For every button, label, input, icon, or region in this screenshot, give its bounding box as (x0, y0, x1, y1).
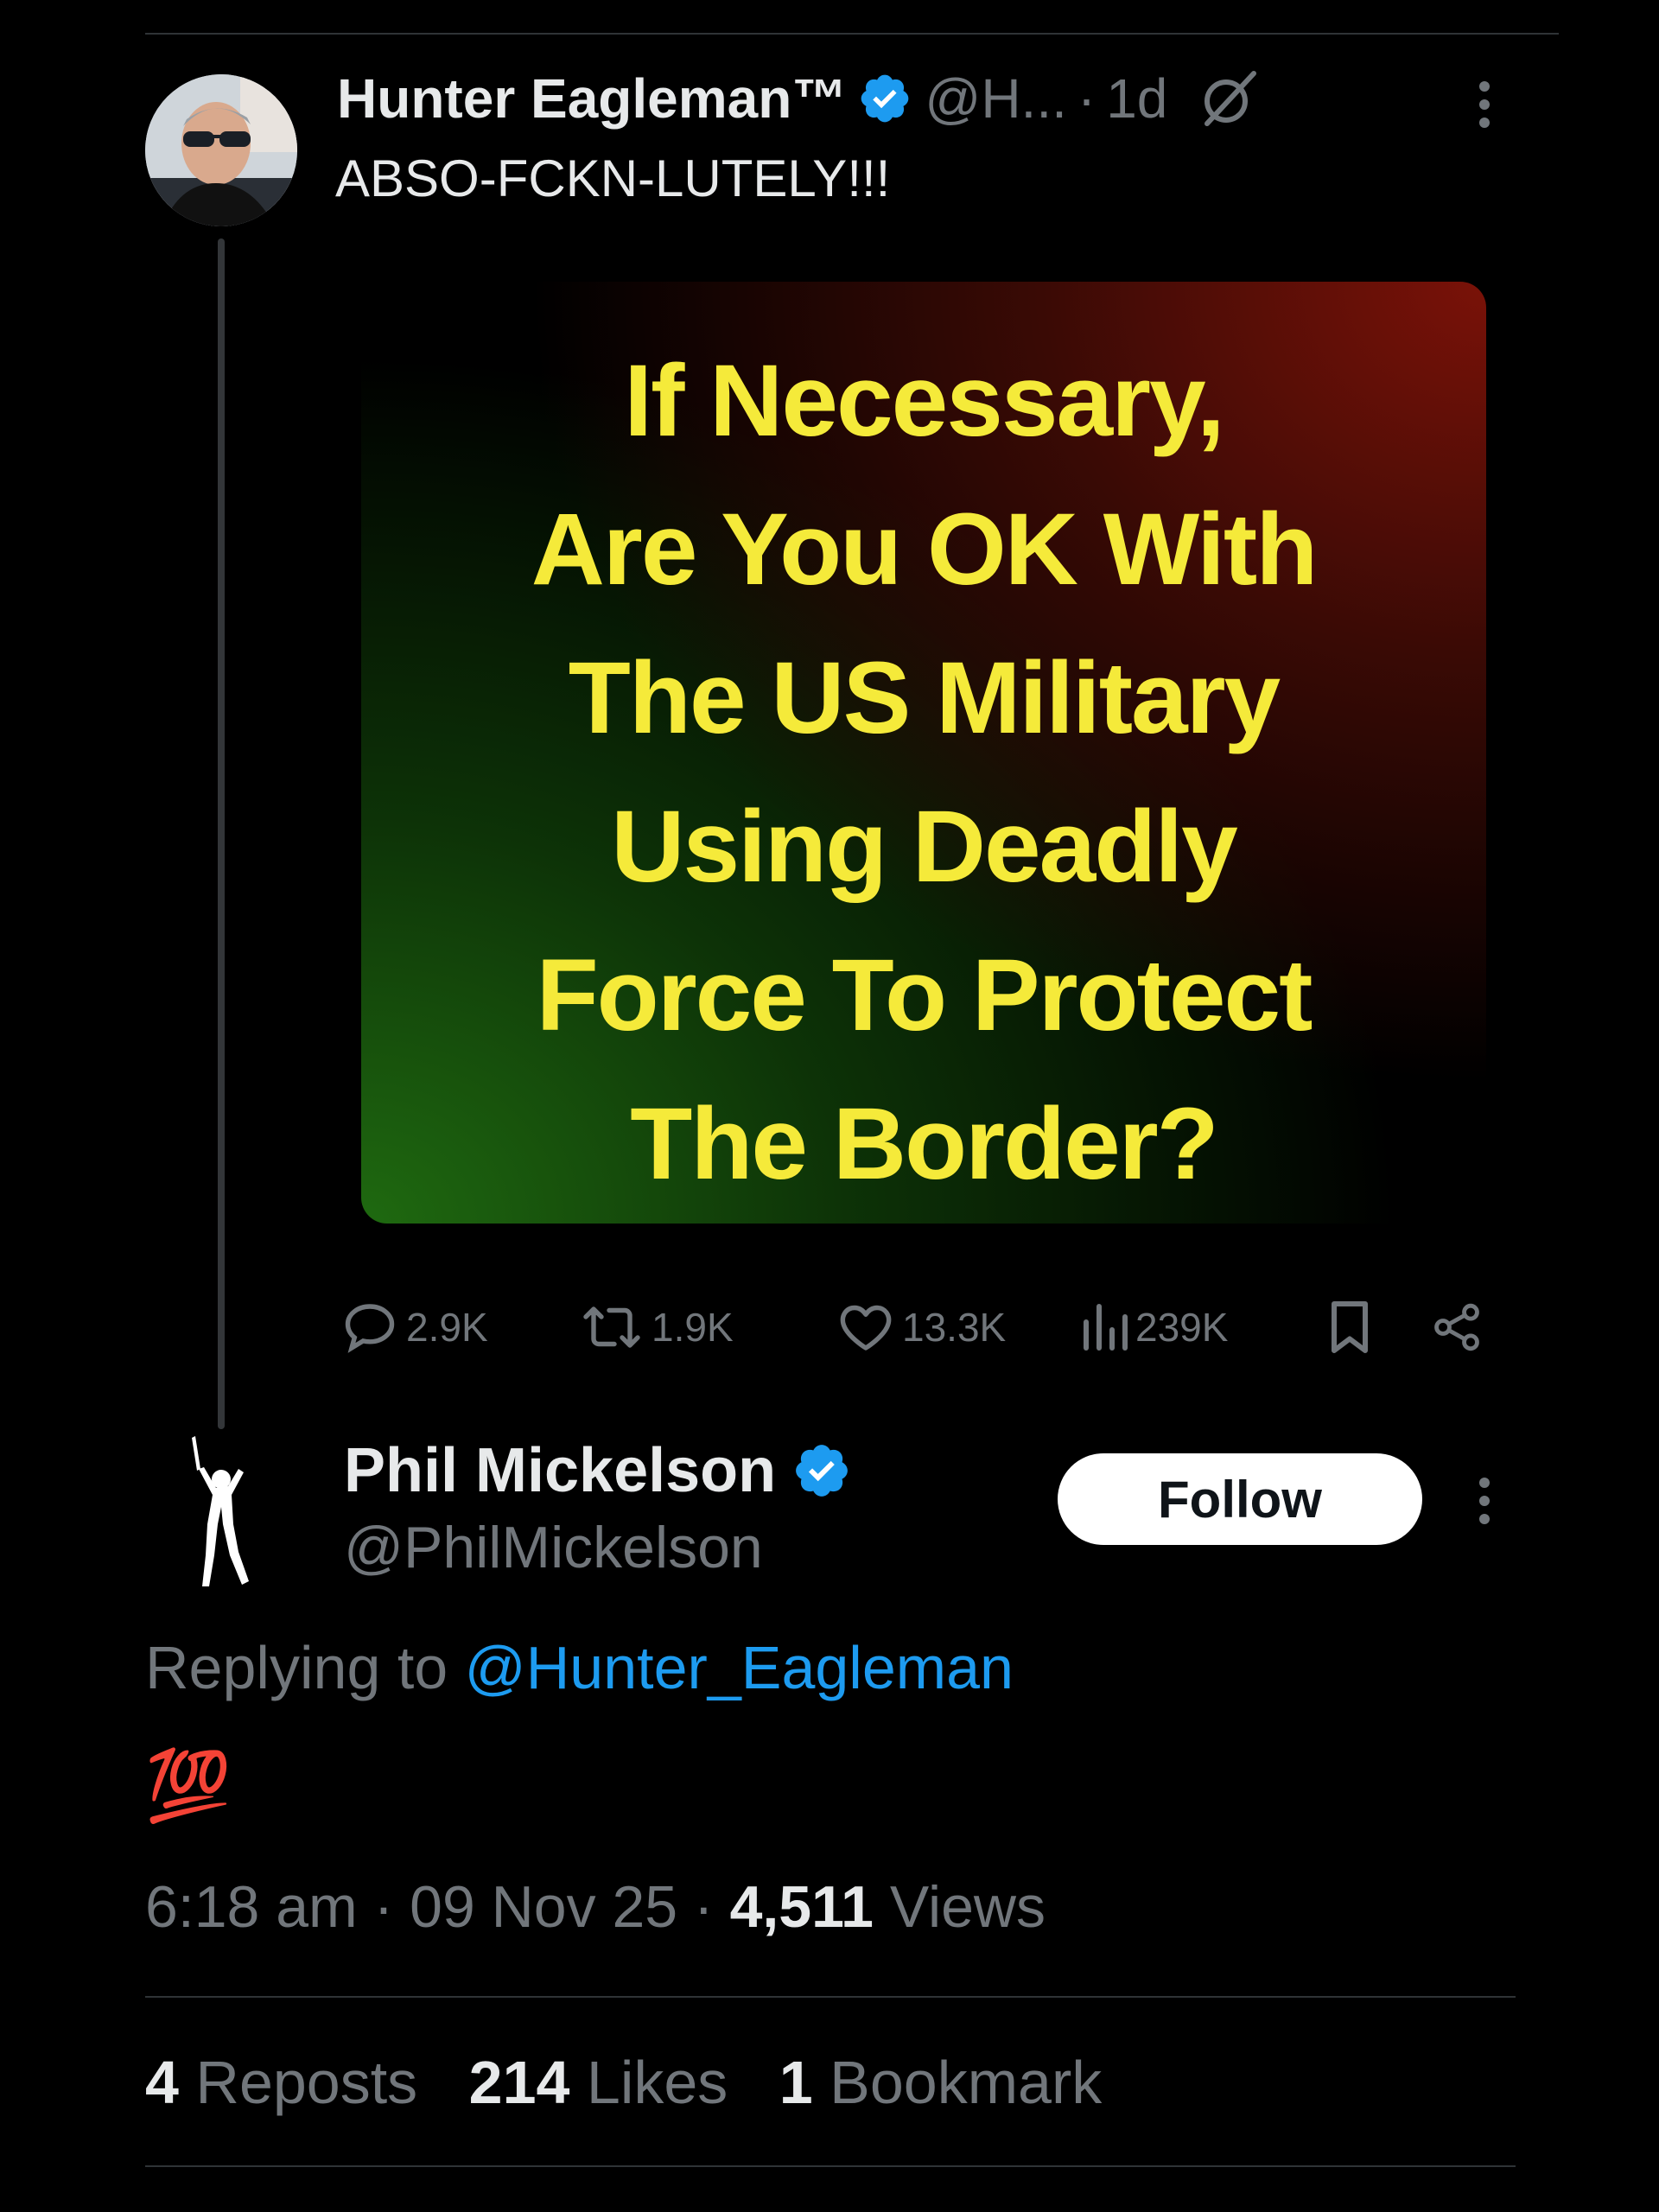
grok-icon[interactable] (1198, 68, 1259, 129)
reply-time[interactable]: 6:18 am (145, 1874, 358, 1940)
image-line: The Border? (630, 1087, 1219, 1201)
reply-date[interactable]: 09 Nov 25 (410, 1874, 677, 1940)
bookmarks-label: Bookmark (812, 2049, 1103, 2116)
replying-to: Replying to @Hunter_Eagleman (145, 1633, 1014, 1702)
repost-action[interactable]: 1.9K (577, 1293, 734, 1362)
reply-handle[interactable]: @PhilMickelson (344, 1514, 763, 1581)
reply-author-name[interactable]: Phil Mickelson (344, 1435, 776, 1506)
tweet-image[interactable]: If Necessary, Are You OK With The US Mil… (361, 282, 1486, 1224)
reposts-count: 4 (145, 2049, 179, 2116)
top-divider (145, 33, 1559, 35)
engagement-stats: 4 Reposts 214 Likes 1 Bookmark (145, 2048, 1102, 2117)
original-author-name[interactable]: Hunter Eagleman™ (337, 67, 847, 130)
avatar-photo (145, 74, 297, 226)
like-count: 13.3K (902, 1305, 1007, 1350)
original-handle[interactable]: @H... (925, 67, 1067, 130)
replying-to-label: Replying to (145, 1634, 465, 1701)
reply-count: 2.9K (406, 1305, 488, 1350)
verified-badge-icon (861, 74, 909, 123)
views-icon (1084, 1304, 1128, 1351)
image-line: If Necessary, (624, 344, 1224, 458)
reply-action[interactable]: 2.9K (339, 1293, 488, 1362)
reply-avatar[interactable] (169, 1434, 273, 1590)
heart-icon (840, 1305, 892, 1351)
original-avatar[interactable] (145, 74, 297, 226)
image-line: Are You OK With (531, 493, 1319, 607)
share-action[interactable] (1429, 1293, 1490, 1362)
follow-button[interactable]: Follow (1058, 1453, 1422, 1545)
meta-separator: · (677, 1874, 730, 1940)
golfer-silhouette-icon (192, 1436, 249, 1586)
reply-more-icon[interactable] (1479, 1478, 1490, 1532)
replying-to-handle[interactable]: @Hunter_Eagleman (465, 1634, 1014, 1701)
reposts-label: Reposts (178, 2049, 418, 2116)
original-header: Hunter Eagleman™ @H... · 1d (337, 64, 1259, 133)
reply-views-count: 4,511 (729, 1874, 874, 1940)
reply-views-label: Views (873, 1874, 1046, 1940)
image-line: Force To Protect (536, 938, 1313, 1052)
reposts-stat[interactable]: 4 Reposts (145, 2049, 417, 2116)
views-count: 239K (1135, 1305, 1229, 1350)
image-line: Using Deadly (611, 790, 1238, 904)
like-action[interactable]: 13.3K (835, 1293, 1006, 1362)
likes-stat[interactable]: 214 Likes (469, 2049, 728, 2116)
bookmark-icon (1332, 1301, 1368, 1353)
views-action[interactable]: 239K (1078, 1293, 1228, 1362)
repost-count: 1.9K (652, 1305, 734, 1350)
reply-meta: 6:18 am · 09 Nov 25 · 4,511 Views (145, 1873, 1046, 1941)
bookmarks-stat[interactable]: 1 Bookmark (779, 2049, 1103, 2116)
original-tweet-text: ABSO-FCKN-LUTELY!!! (335, 149, 891, 207)
image-text-block: If Necessary, Are You OK With The US Mil… (361, 327, 1486, 1218)
reply-icon (345, 1304, 395, 1353)
verified-badge-icon (796, 1445, 849, 1497)
likes-count: 214 (468, 2049, 570, 2116)
repost-icon (583, 1306, 640, 1348)
bookmark-action[interactable] (1324, 1293, 1381, 1362)
image-line: The US Military (568, 641, 1281, 755)
bookmarks-count: 1 (779, 2049, 813, 2116)
stats-bottom-divider (145, 2165, 1516, 2167)
share-icon (1434, 1303, 1479, 1351)
original-time[interactable]: 1d (1106, 67, 1167, 130)
meta-separator: · (357, 1874, 410, 1940)
original-more-icon[interactable] (1479, 81, 1490, 136)
reply-text: 💯 (145, 1747, 232, 1824)
reply-author-name-row: Phil Mickelson (344, 1436, 852, 1505)
original-separator: · (1077, 67, 1096, 130)
stats-top-divider (145, 1996, 1516, 1998)
thread-line (218, 238, 225, 1429)
likes-label: Likes (569, 2049, 728, 2116)
